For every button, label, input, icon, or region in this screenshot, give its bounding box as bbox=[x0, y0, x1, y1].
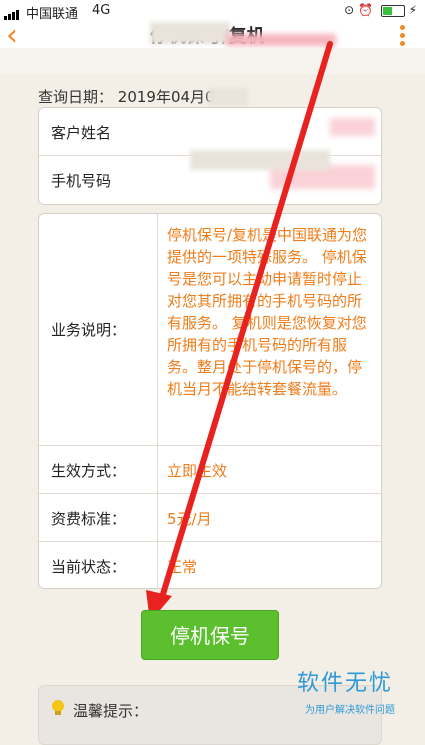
service-description-text: 停机保号/复机是中国联通为您提供的一项特殊服务。 停机保号是您可以主动申请暂时停… bbox=[167, 226, 368, 398]
header-shadow bbox=[0, 48, 425, 74]
battery-icon bbox=[380, 4, 405, 17]
watermark-logo: 软件无忧 为用户解决软件问题 bbox=[297, 665, 407, 721]
query-date: 查询日期： 2019年04月0 bbox=[38, 86, 215, 107]
redaction-blur bbox=[226, 34, 336, 46]
query-date-value: 2019年04月0 bbox=[117, 88, 215, 106]
query-date-label: 查询日期： bbox=[38, 88, 114, 106]
service-description-row: 业务说明： 停机保号/复机是中国联通为您提供的一项特殊服务。 停机保号是您可以主… bbox=[39, 214, 381, 446]
service-detail-card: 业务说明： 停机保号/复机是中国联通为您提供的一项特殊服务。 停机保号是您可以主… bbox=[38, 213, 382, 589]
rotation-lock-icon: ⊙ bbox=[344, 3, 355, 17]
carrier-name: 中国联通 bbox=[26, 7, 79, 22]
watermark-subtext: 为用户解决软件问题 bbox=[305, 705, 395, 716]
effect-method-label: 生效方式： bbox=[51, 462, 127, 480]
effect-method-row: 生效方式： 立即生效 bbox=[39, 446, 381, 494]
fee-standard-value: 5元/月 bbox=[167, 510, 212, 528]
service-description-label: 业务说明： bbox=[51, 321, 127, 339]
fee-standard-row: 资费标准： 5元/月 bbox=[39, 494, 381, 542]
network-type: 4G bbox=[92, 3, 111, 18]
status-icons: ⊙ ⏰ ⚡ bbox=[344, 3, 417, 17]
charging-icon: ⚡ bbox=[408, 3, 417, 17]
lightbulb-icon bbox=[52, 700, 64, 715]
effect-method-value: 立即生效 bbox=[167, 462, 228, 480]
signal-icon bbox=[4, 5, 22, 20]
current-status-row: 当前状态： 正常 bbox=[39, 542, 381, 588]
current-status-value: 正常 bbox=[167, 558, 198, 576]
customer-name-label: 客户姓名 bbox=[51, 124, 112, 142]
redaction-blur bbox=[330, 118, 375, 136]
suspend-keep-number-button[interactable]: 停机保号 bbox=[141, 610, 279, 660]
phone-number-label: 手机号码 bbox=[51, 172, 112, 190]
fee-standard-label: 资费标准： bbox=[51, 510, 127, 528]
more-options-icon[interactable] bbox=[400, 22, 405, 49]
watermark-text: 软件无忧 bbox=[297, 671, 394, 696]
redaction-blur bbox=[208, 88, 248, 106]
redaction-blur bbox=[190, 150, 330, 170]
current-status-label: 当前状态： bbox=[51, 558, 127, 576]
alarm-icon: ⏰ bbox=[357, 3, 373, 17]
redaction-blur bbox=[150, 22, 230, 44]
tips-title: 温馨提示： bbox=[73, 702, 149, 720]
status-bar: 中国联通 4G ⊙ ⏰ ⚡ bbox=[0, 0, 425, 22]
